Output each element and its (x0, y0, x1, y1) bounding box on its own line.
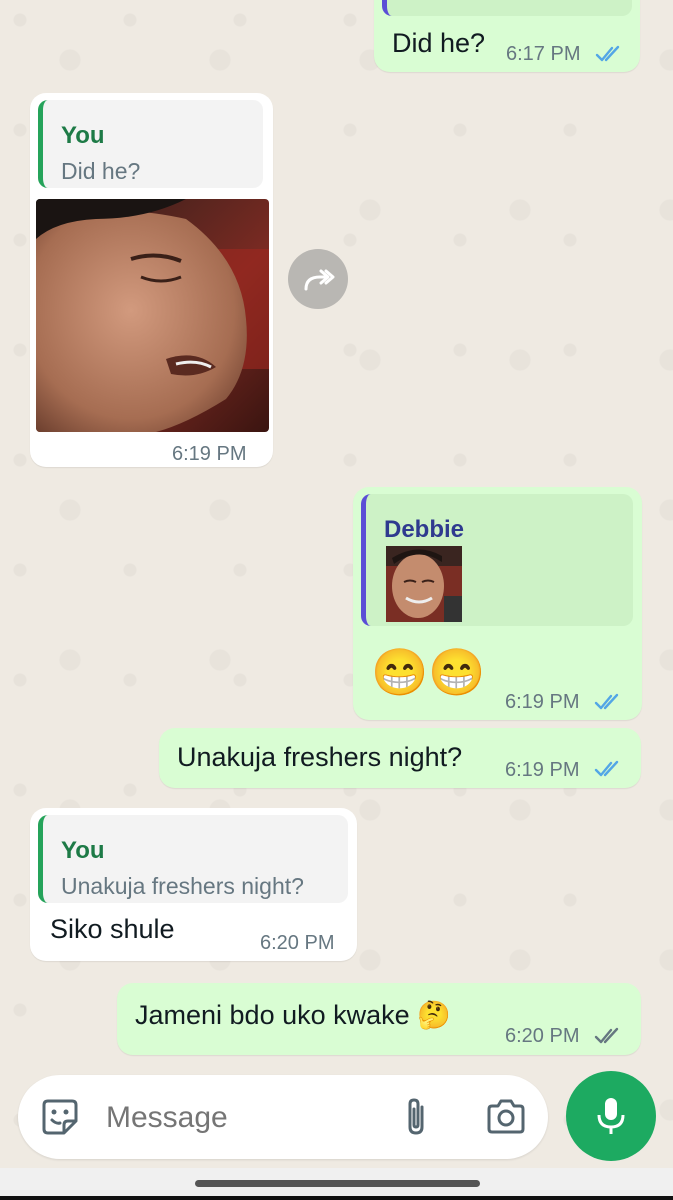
message-outgoing[interactable]: Debbie 😁😁 6:19 PM (353, 487, 642, 720)
reply-author: You (61, 122, 105, 149)
message-text: Jameni bdo uko kwake 🤔 (135, 1000, 451, 1030)
message-time: 6:19 PM (172, 443, 247, 465)
reply-author: Debbie (384, 516, 465, 543)
message-text: Did he? (392, 28, 486, 58)
message-input[interactable] (104, 1095, 378, 1141)
message-text: Siko shule (50, 914, 175, 944)
reply-text: Did he? (61, 158, 141, 184)
camera-icon[interactable] (484, 1095, 528, 1139)
message-time: 6:20 PM (260, 932, 335, 954)
screen-edge (0, 1196, 673, 1200)
message-incoming[interactable]: You Did he? 6:19 PM (30, 93, 273, 467)
mic-icon (597, 1098, 625, 1134)
read-ticks-icon (595, 45, 620, 62)
message-outgoing[interactable]: Unakuja freshers night? 6:19 PM (159, 728, 641, 788)
message-composer (18, 1075, 548, 1159)
reply-author: You (61, 837, 105, 864)
message-time: 6:20 PM (505, 1025, 580, 1047)
photo-image (36, 199, 269, 432)
message-time: 6:19 PM (505, 759, 580, 781)
message-incoming[interactable]: You Unakuja freshers night? Siko shule 6… (30, 808, 357, 961)
message-text: Unakuja freshers night? (177, 742, 463, 772)
message-outgoing[interactable]: Did he? 6:17 PM (374, 0, 640, 72)
sticker-icon[interactable] (38, 1095, 82, 1139)
reply-quote-cut (382, 0, 632, 16)
message-photo[interactable] (36, 199, 269, 432)
reply-quote[interactable]: Debbie (361, 494, 633, 626)
home-gesture-handle[interactable] (195, 1180, 480, 1187)
read-ticks-icon (594, 693, 619, 710)
message-emoji: 😁😁 (371, 646, 486, 698)
message-time: 6:17 PM (506, 43, 581, 65)
delivered-ticks-icon (594, 1027, 619, 1044)
message-outgoing[interactable]: Jameni bdo uko kwake 🤔 6:20 PM (117, 983, 641, 1055)
read-ticks-icon (594, 760, 619, 777)
mic-button[interactable] (566, 1071, 656, 1161)
message-time: 6:19 PM (505, 691, 580, 713)
reply-photo-thumbnail (386, 546, 462, 622)
paperclip-icon[interactable] (398, 1095, 434, 1139)
forward-icon (304, 269, 335, 291)
reply-quote[interactable]: You Did he? (38, 100, 263, 188)
reply-quote[interactable]: You Unakuja freshers night? (38, 815, 348, 903)
reply-text: Unakuja freshers night? (61, 873, 304, 899)
forward-button[interactable] (288, 249, 348, 309)
